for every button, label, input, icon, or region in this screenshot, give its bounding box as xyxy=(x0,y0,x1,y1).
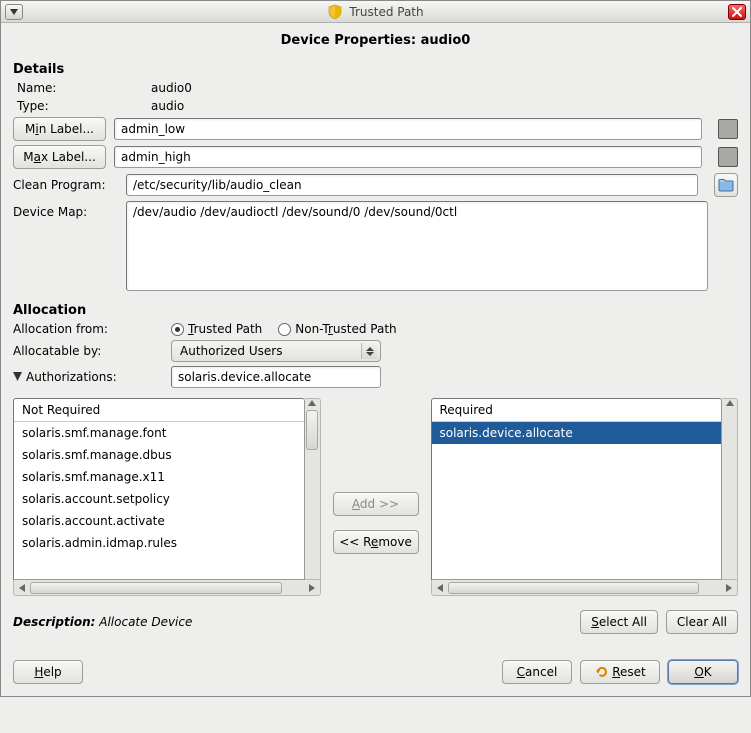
scroll-right-icon xyxy=(723,582,735,594)
scroll-left-icon xyxy=(16,582,28,594)
radio-trusted-path[interactable]: Trusted Path xyxy=(171,322,262,336)
name-value: audio0 xyxy=(151,81,192,95)
min-label-input[interactable] xyxy=(114,118,702,140)
details-header: Details xyxy=(13,62,738,77)
description-label: Description: xyxy=(13,615,95,629)
not-required-hscrollbar[interactable] xyxy=(13,580,321,596)
list-item[interactable]: solaris.account.activate xyxy=(14,510,304,532)
dropdown-arrows-icon xyxy=(361,343,377,359)
list-item[interactable]: solaris.smf.manage.font xyxy=(14,422,304,444)
scroll-up-icon xyxy=(308,400,316,406)
hscroll-thumb[interactable] xyxy=(448,582,700,594)
reset-button[interactable]: Reset xyxy=(580,660,660,684)
radio-non-trusted-path[interactable]: Non-Trusted Path xyxy=(278,322,396,336)
not-required-items[interactable]: solaris.smf.manage.fontsolaris.smf.manag… xyxy=(14,422,304,579)
allocatable-by-dropdown[interactable]: Authorized Users xyxy=(171,340,381,362)
list-item[interactable]: solaris.account.setpolicy xyxy=(14,488,304,510)
scroll-up-icon xyxy=(726,400,734,406)
list-item[interactable]: solaris.admin.idmap.rules xyxy=(14,532,304,554)
required-vscrollbar[interactable] xyxy=(722,398,738,580)
required-items[interactable]: solaris.device.allocate xyxy=(432,422,722,579)
scroll-left-icon xyxy=(434,582,446,594)
not-required-header: Not Required xyxy=(14,399,304,422)
max-label-button[interactable]: Max Label... xyxy=(13,145,106,169)
authorizations-expander[interactable]: Authorizations: xyxy=(13,370,117,384)
list-item[interactable]: solaris.device.allocate xyxy=(432,422,722,444)
required-header: Required xyxy=(432,399,722,422)
not-required-vscrollbar[interactable] xyxy=(305,398,321,580)
clean-program-browse-button[interactable] xyxy=(714,173,738,197)
min-label-button[interactable]: Min Label... xyxy=(13,117,106,141)
remove-button[interactable]: << Remove xyxy=(333,530,419,554)
device-map-textarea[interactable]: /dev/audio /dev/audioctl /dev/sound/0 /d… xyxy=(126,201,708,291)
titlebar: Trusted Path xyxy=(1,1,750,23)
radio-on-icon xyxy=(171,323,184,336)
device-map-label: Device Map: xyxy=(13,201,118,219)
undo-icon xyxy=(594,665,608,679)
clear-all-button[interactable]: Clear All xyxy=(666,610,738,634)
type-label: Type: xyxy=(13,99,143,113)
max-label-input[interactable] xyxy=(114,146,702,168)
folder-icon xyxy=(718,178,734,192)
expander-triangle-icon xyxy=(13,372,22,381)
name-label: Name: xyxy=(13,81,143,95)
close-icon xyxy=(732,7,742,17)
chevron-down-icon xyxy=(10,9,18,15)
authorizations-label: Authorizations: xyxy=(26,370,117,384)
radio-off-icon xyxy=(278,323,291,336)
not-required-listbox: Not Required solaris.smf.manage.fontsola… xyxy=(13,398,321,596)
list-item[interactable]: solaris.smf.manage.dbus xyxy=(14,444,304,466)
allocatable-by-label: Allocatable by: xyxy=(13,344,163,358)
shield-icon xyxy=(327,4,343,20)
scroll-thumb[interactable] xyxy=(306,410,318,450)
min-label-color-swatch[interactable] xyxy=(718,119,738,139)
select-all-button[interactable]: Select All xyxy=(580,610,658,634)
dropdown-value: Authorized Users xyxy=(180,344,282,358)
allocation-header: Allocation xyxy=(13,303,738,318)
required-hscrollbar[interactable] xyxy=(431,580,739,596)
close-button[interactable] xyxy=(728,4,746,20)
type-value: audio xyxy=(151,99,184,113)
page-title: Device Properties: audio0 xyxy=(1,23,750,56)
description: Description: Allocate Device xyxy=(13,615,192,629)
max-label-color-swatch[interactable] xyxy=(718,147,738,167)
cancel-button[interactable]: Cancel xyxy=(502,660,572,684)
hscroll-thumb[interactable] xyxy=(30,582,282,594)
add-button[interactable]: Add >> xyxy=(333,492,419,516)
window: Trusted Path Device Properties: audio0 D… xyxy=(0,0,751,697)
clean-program-input[interactable] xyxy=(126,174,698,196)
list-item[interactable]: solaris.smf.manage.x11 xyxy=(14,466,304,488)
window-title: Trusted Path xyxy=(349,5,423,19)
scroll-right-icon xyxy=(306,582,318,594)
authorizations-input[interactable] xyxy=(171,366,381,388)
ok-button[interactable]: OK xyxy=(668,660,738,684)
window-menu-button[interactable] xyxy=(5,4,23,20)
help-button[interactable]: Help xyxy=(13,660,83,684)
allocation-from-label: Allocation from: xyxy=(13,322,163,336)
required-listbox: Required solaris.device.allocate xyxy=(431,398,739,596)
description-value: Allocate Device xyxy=(99,615,192,629)
clean-program-label: Clean Program: xyxy=(13,178,118,192)
